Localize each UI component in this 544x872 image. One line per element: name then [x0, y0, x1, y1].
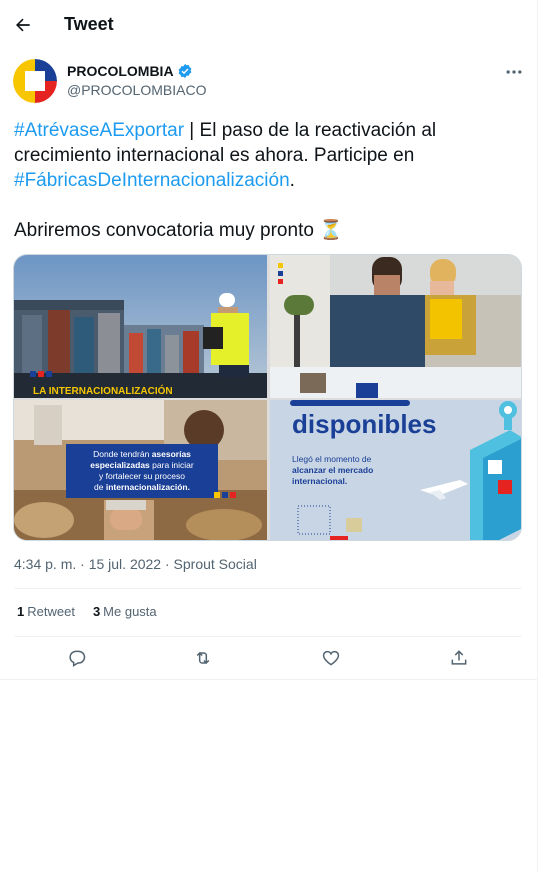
tweet-timestamp[interactable]: 4:34 p. m. · 15 jul. 2022 · Sprout Socia…	[14, 556, 257, 572]
share-button[interactable]	[447, 646, 471, 670]
image-text-line: de internacionalización.	[94, 482, 190, 492]
image-text-line: internacional.	[292, 476, 347, 486]
port-photo: LA INTERNACIONALIZACIÓN	[14, 255, 267, 398]
retweet-label: Retweet	[27, 604, 75, 619]
tweet-text-part: .	[289, 170, 295, 191]
reply-button[interactable]	[65, 646, 89, 670]
like-count[interactable]: 3 Me gusta	[93, 604, 157, 619]
image-text-line: y fortalecer su proceso	[99, 471, 185, 481]
tweet-text-line: Abriremos convocatoria muy pronto ⏳	[14, 220, 343, 241]
author-name[interactable]: PROCOLOMBIA	[67, 63, 174, 79]
image-text-part: especializadas	[90, 460, 150, 470]
retweet-count[interactable]: 1 Retweet	[17, 604, 75, 619]
procolombia-logo-icon	[13, 59, 57, 103]
more-dots-icon	[506, 70, 522, 74]
tweet-text: #AtrévaseAExportar | El paso de la react…	[14, 118, 524, 193]
retweet-icon	[196, 651, 210, 665]
disponibles-graphic: disponibles Llegó el momento de alcanzar…	[270, 400, 521, 540]
image-caption: LA INTERNACIONALIZACIÓN	[33, 384, 173, 397]
image-text-part: de	[94, 482, 106, 492]
media-image-office[interactable]	[270, 255, 521, 398]
divider	[0, 679, 538, 680]
share-icon	[451, 650, 467, 665]
office-photo	[270, 255, 521, 398]
hashtag-link[interactable]: #AtrévaseAExportar	[14, 120, 184, 141]
page-title: Tweet	[64, 14, 114, 34]
top-bar: Tweet	[0, 0, 538, 50]
media-grid: LA INTERNACIONALIZACIÓN Donde tendrán as…	[13, 254, 522, 541]
divider	[14, 636, 522, 637]
image-text-line: especializadas para iniciar	[90, 460, 194, 470]
image-text-part: internacionalización.	[106, 482, 190, 492]
tweet-page: Tweet PROCOLOMBIA @PROCOLOMBIACO #Atréva…	[0, 0, 538, 872]
media-image-disponibles[interactable]: disponibles Llegó el momento de alcanzar…	[270, 400, 521, 540]
crafts-photo: Donde tendrán asesorías especializadas p…	[14, 400, 267, 540]
like-button[interactable]	[319, 646, 343, 670]
author-name-row[interactable]: PROCOLOMBIA	[67, 63, 193, 79]
heart-icon	[322, 650, 340, 666]
image-text-line: Llegó el momento de	[292, 454, 372, 464]
author-handle[interactable]: @PROCOLOMBIACO	[67, 82, 206, 98]
image-text-line: Donde tendrán asesorías	[93, 449, 191, 459]
tweet-actions	[0, 644, 538, 672]
like-number: 3	[92, 604, 101, 619]
tweet-stats: 1 Retweet 3 Me gusta	[17, 604, 175, 619]
image-text-part: Donde tendrán	[93, 449, 152, 459]
more-options-button[interactable]	[500, 60, 528, 84]
image-heading: disponibles	[292, 409, 436, 439]
media-image-crafts[interactable]: Donde tendrán asesorías especializadas p…	[14, 400, 267, 540]
avatar[interactable]	[13, 59, 57, 103]
retweet-number: 1	[17, 604, 25, 619]
like-label: Me gusta	[103, 604, 157, 619]
verified-badge-icon	[178, 64, 191, 78]
media-image-port[interactable]: LA INTERNACIONALIZACIÓN	[14, 255, 267, 398]
image-text-line: alcanzar el mercado	[292, 465, 373, 475]
arrow-left-icon	[16, 18, 30, 32]
retweet-button[interactable]	[191, 646, 215, 670]
reply-icon	[69, 650, 86, 667]
divider	[14, 588, 522, 589]
image-text-part: para iniciar	[150, 460, 194, 470]
image-text-part: asesorías	[152, 449, 191, 459]
back-button[interactable]	[10, 12, 36, 38]
hashtag-link[interactable]: #FábricasDeInternacionalización	[14, 170, 290, 191]
